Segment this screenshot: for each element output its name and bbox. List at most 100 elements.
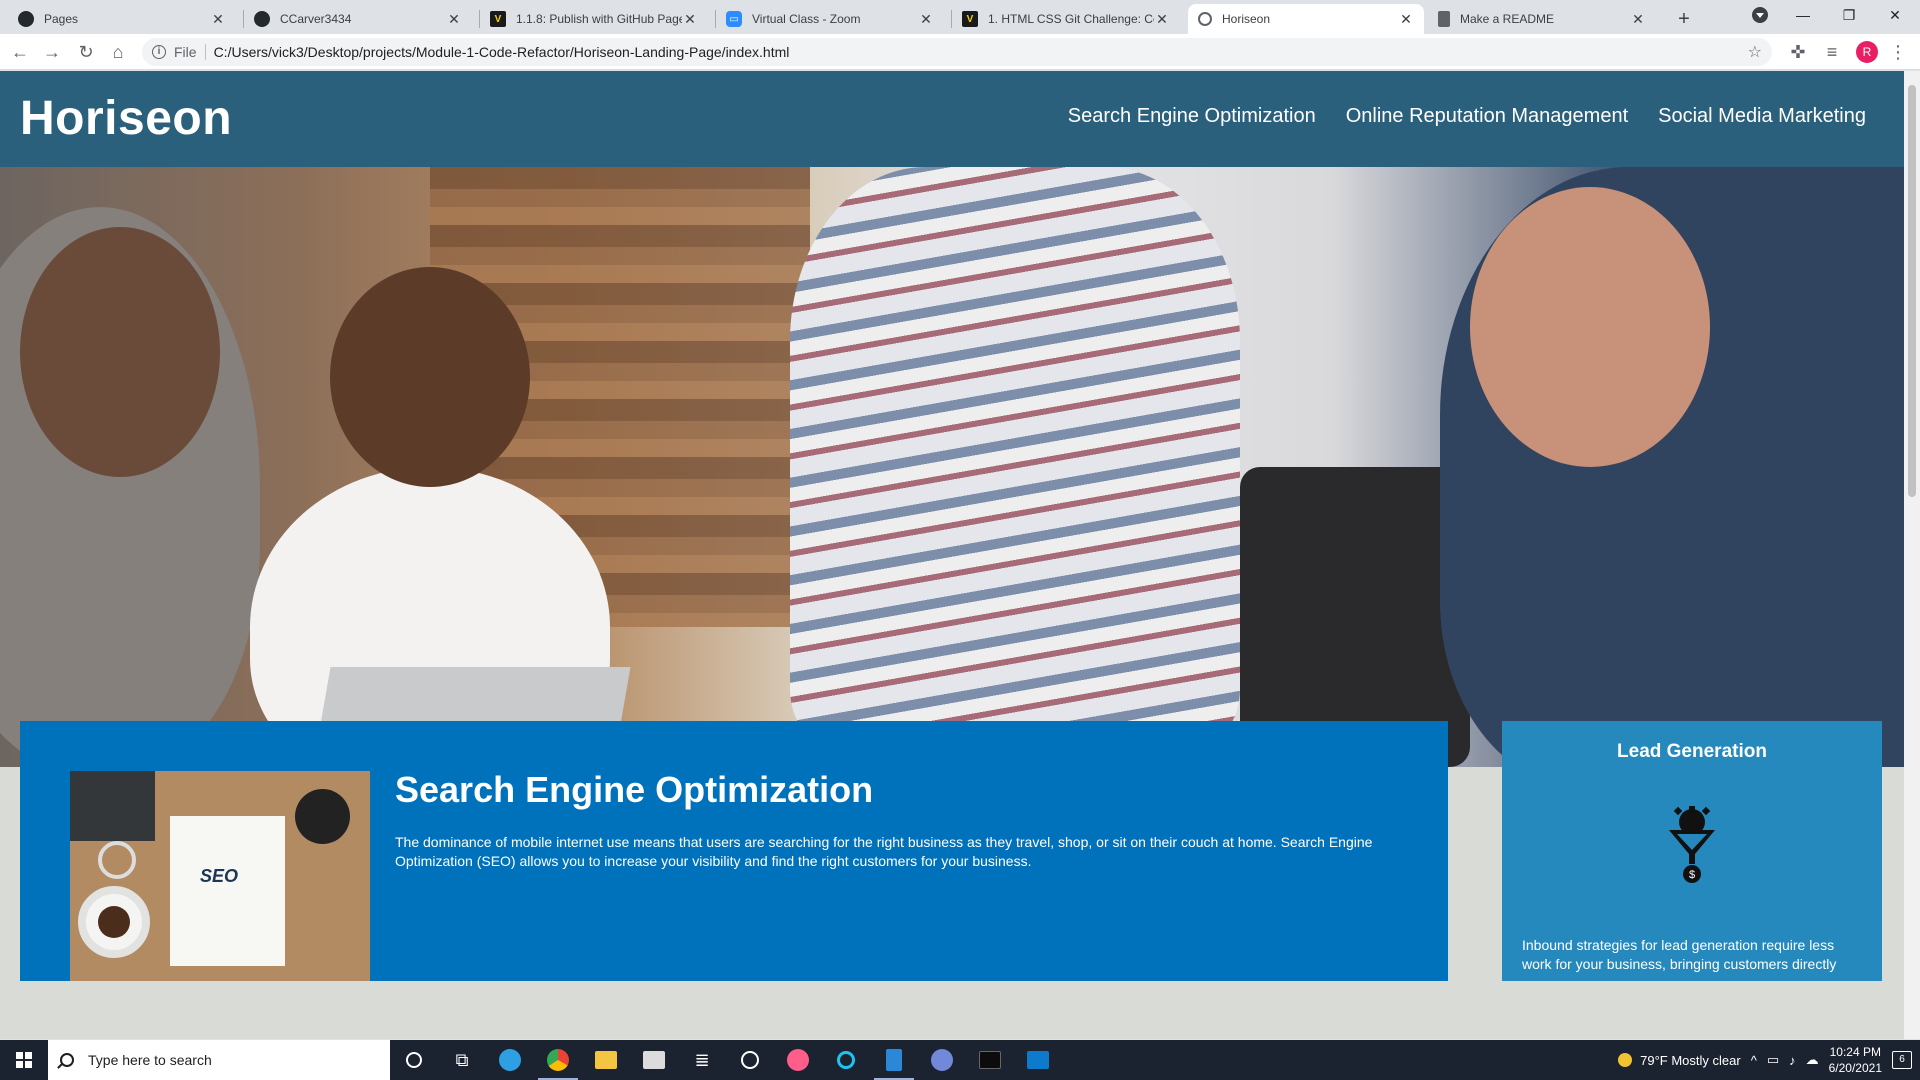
nav-link-seo[interactable]: Search Engine Optimization [1068,105,1316,128]
hero-person-right-head [1470,187,1710,467]
tab-ccarver[interactable]: CCarver3434 ✕ [244,4,472,34]
hero-person-left-head [20,227,220,477]
taskbar-search-box[interactable]: Type here to search [48,1040,390,1080]
address-bar[interactable]: i File C:/Users/vick3/Desktop/projects/M… [142,38,1772,66]
lead-funnel-icon: $ [1669,806,1715,883]
microsoft-store-icon[interactable] [630,1040,678,1080]
close-tab-icon[interactable]: ✕ [918,11,934,28]
vscode-icon[interactable] [1014,1040,1062,1080]
hero-person-woman-hair [330,267,530,487]
reload-icon[interactable]: ↻ [74,40,98,64]
cloud-icon[interactable]: ☁ [1806,1052,1819,1068]
seo-image: SEO [70,771,370,981]
notification-center-icon[interactable]: 6 [1892,1051,1912,1069]
tab-title: Make a README [1460,12,1555,26]
windows-start-button[interactable] [0,1040,48,1080]
terminal-stack-icon[interactable]: ≣ [678,1040,726,1080]
itunes-icon[interactable] [774,1040,822,1080]
document-icon [1438,11,1450,27]
tab-publish-github-pages[interactable]: V 1.1.8: Publish with GitHub Pages ✕ [480,4,708,34]
menu-kebab-icon[interactable]: ⋮ [1886,40,1910,64]
minimize-button[interactable]: — [1780,0,1826,30]
seo-image-notebook [170,816,285,966]
github-icon [18,11,34,27]
seo-image-keyboard [70,771,155,841]
svg-text:$: $ [1689,869,1695,881]
weather-widget[interactable]: 79°F Mostly clear [1618,1053,1741,1068]
tab-horiseon[interactable]: Horiseon ✕ [1188,4,1424,34]
discord-icon[interactable] [918,1040,966,1080]
site-header: Horiseon Search Engine Optimization Onli… [0,71,1904,167]
hero-image [0,167,1904,767]
clock[interactable]: 10:24 PM 6/20/2021 [1829,1044,1882,1076]
tab-pages[interactable]: Pages ✕ [8,4,236,34]
reading-list-icon[interactable]: ≡ [1820,40,1844,64]
bookmark-star-icon[interactable]: ☆ [1748,42,1762,62]
back-arrow-icon[interactable]: ← [8,40,32,64]
page-viewport: Horiseon Search Engine Optimization Onli… [0,71,1920,1039]
github-icon [254,11,270,27]
forward-arrow-icon[interactable]: → [40,40,64,64]
seo-paragraph: The dominance of mobile internet use mea… [395,834,1373,869]
address-scheme: File [174,44,197,60]
tab-search-icon[interactable] [1752,7,1768,23]
seo-image-coffee-cup [78,886,150,958]
chevron-up-icon[interactable]: ^ [1751,1053,1757,1068]
tab-zoom[interactable]: ▭ Virtual Class - Zoom ✕ [716,4,944,34]
address-url: C:/Users/vick3/Desktop/projects/Module-1… [213,44,790,60]
taskbar-search-placeholder: Type here to search [88,1052,212,1068]
tab-title: CCarver3434 [280,12,352,26]
restore-button[interactable]: ❐ [1826,0,1872,30]
profile-avatar[interactable]: R [1856,41,1878,63]
windows-logo-icon [16,1052,32,1068]
seo-image-magnifier [98,841,136,879]
vanderbilt-icon: V [962,11,978,27]
seo-heading: Search Engine Optimization [395,769,874,810]
clock-time: 10:24 PM [1829,1045,1881,1059]
system-tray: 79°F Mostly clear ^ ▭ ♪ ☁ 10:24 PM 6/20/… [1618,1040,1920,1080]
vanderbilt-icon: V [490,11,506,27]
seo-image-label: SEO [200,866,239,886]
lead-generation-paragraph: Inbound strategies for lead generation r… [1522,937,1837,972]
tab-make-readme[interactable]: Make a README ✕ [1428,4,1656,34]
lead-generation-card: Lead Generation $ Inbound strategies for… [1502,721,1882,981]
task-view-icon[interactable]: ⧉ [438,1040,486,1080]
site-info-icon[interactable]: i [152,45,166,59]
browser-toolbar: ← → ↻ ⌂ i File C:/Users/vick3/Desktop/pr… [0,34,1920,70]
tab-challenge[interactable]: V 1. HTML CSS Git Challenge: Code ✕ [952,4,1180,34]
site-nav: Search Engine Optimization Online Reputa… [1068,105,1866,128]
tab-title: Pages [44,12,79,26]
network-icon[interactable]: ▭ [1767,1052,1779,1068]
tab-strip: Pages ✕ CCarver3434 ✕ V 1.1.8: Publish w… [0,0,1920,34]
close-tab-icon[interactable]: ✕ [210,11,226,28]
close-tab-icon[interactable]: ✕ [446,11,462,28]
tab-title: Virtual Class - Zoom [752,12,861,26]
search-icon [60,1053,74,1067]
close-window-button[interactable]: ✕ [1872,0,1918,30]
address-divider [204,44,206,60]
windows-taskbar: Type here to search ⧉ ≣ 79°F Mostly clea… [0,1040,1920,1080]
chrome-icon[interactable] [534,1040,582,1080]
file-explorer-icon[interactable] [582,1040,630,1080]
close-tab-icon[interactable]: ✕ [1398,11,1414,28]
page-scrollbar[interactable] [1904,71,1920,1039]
nav-link-reputation[interactable]: Online Reputation Management [1346,105,1628,128]
close-tab-icon[interactable]: ✕ [1630,11,1646,28]
nav-link-social[interactable]: Social Media Marketing [1658,105,1866,128]
weather-text: 79°F Mostly clear [1640,1052,1741,1068]
command-prompt-icon[interactable] [966,1040,1014,1080]
notepad-icon[interactable] [870,1040,918,1080]
edge-icon[interactable] [486,1040,534,1080]
zoom-icon: ▭ [726,11,742,27]
extensions-puzzle-icon[interactable]: ✜ [1786,40,1810,64]
close-tab-icon[interactable]: ✕ [1154,11,1170,28]
cortana-ring-icon[interactable] [822,1040,870,1080]
scrollbar-thumb[interactable] [1908,85,1916,497]
new-tab-button[interactable]: + [1671,6,1697,32]
home-icon[interactable]: ⌂ [106,40,130,64]
volume-icon[interactable]: ♪ [1789,1053,1796,1068]
site-logo[interactable]: Horiseon [20,91,232,146]
close-tab-icon[interactable]: ✕ [682,11,698,28]
cortana-icon[interactable] [390,1040,438,1080]
xbox-icon[interactable] [726,1040,774,1080]
